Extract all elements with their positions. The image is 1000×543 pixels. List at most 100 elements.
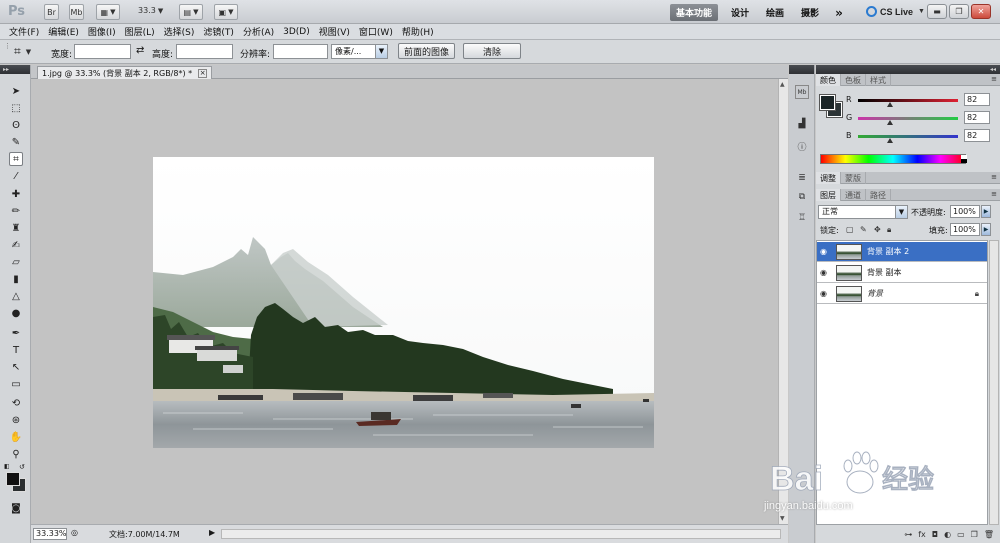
tab-channels[interactable]: 通道 xyxy=(841,189,866,201)
visibility-eye-icon[interactable]: ◉ xyxy=(820,247,832,256)
close-icon[interactable]: × xyxy=(198,68,208,78)
workspace-design[interactable]: 设计 xyxy=(728,4,752,21)
path-selection-tool-icon[interactable]: ↖ xyxy=(9,360,23,374)
menu-image[interactable]: 图像(I) xyxy=(88,25,116,38)
histogram-icon[interactable]: ▟ xyxy=(795,117,809,131)
new-group-icon[interactable]: ▭ xyxy=(957,530,965,539)
screen-mode-button[interactable]: ▣ ▼ xyxy=(214,4,238,20)
menu-edit[interactable]: 编辑(E) xyxy=(48,25,79,38)
eyedropper-tool-icon[interactable]: ⁄ xyxy=(9,169,23,183)
add-mask-icon[interactable]: ◘ xyxy=(932,530,938,539)
tab-masks[interactable]: 蒙版 xyxy=(841,172,866,184)
blur-tool-icon[interactable]: △ xyxy=(9,289,23,303)
opacity-slider-arrow-icon[interactable]: ▶ xyxy=(981,205,991,218)
layer-row[interactable]: ◉ 背景 副本 xyxy=(817,263,987,283)
clear-button[interactable]: 清除 xyxy=(463,43,521,59)
foreground-color-swatch[interactable] xyxy=(6,472,20,486)
layers-scrollbar[interactable] xyxy=(989,240,999,525)
shape-tool-icon[interactable]: ▭ xyxy=(9,377,23,391)
menu-layer[interactable]: 图层(L) xyxy=(125,25,155,38)
tab-swatches[interactable]: 色板 xyxy=(841,74,866,86)
swap-colors-icon[interactable]: ↺ xyxy=(19,463,25,471)
status-info-icon[interactable]: ◎ xyxy=(71,528,78,537)
blue-channel-thumb[interactable] xyxy=(887,138,893,143)
crop-tool-icon[interactable]: ⌗ xyxy=(9,152,23,166)
quick-selection-tool-icon[interactable]: ✎ xyxy=(9,135,23,149)
opacity-input[interactable]: 100% xyxy=(950,205,980,218)
dodge-tool-icon[interactable]: ● xyxy=(9,306,23,320)
blue-channel-value[interactable]: 82 xyxy=(964,129,990,142)
panel-menu-icon[interactable]: ≡ xyxy=(991,190,997,198)
arrange-documents-button[interactable]: ▤ ▼ xyxy=(179,4,203,20)
blend-mode-select[interactable]: 正常 ▼ xyxy=(818,205,908,219)
green-channel-value[interactable]: 82 xyxy=(964,111,990,124)
default-colors-icon[interactable]: ◧ xyxy=(4,463,10,470)
lock-transparent-pixels-icon[interactable]: ▢ xyxy=(846,225,854,234)
clone-stamp-tool-icon[interactable]: ♜ xyxy=(9,221,23,235)
menu-3d[interactable]: 3D(D) xyxy=(283,27,310,37)
red-channel-slider[interactable] xyxy=(858,99,958,102)
workspace-painting[interactable]: 绘画 xyxy=(763,4,787,21)
zoom-level-dropdown[interactable]: 33.3 ▼ xyxy=(138,6,163,15)
3d-orbit-tool-icon[interactable]: ⊛ xyxy=(9,413,23,427)
cs-live-button[interactable]: CS Live ▼ xyxy=(866,6,925,17)
menu-view[interactable]: 视图(V) xyxy=(319,25,350,38)
black-white-swatch[interactable] xyxy=(961,155,967,163)
lock-image-pixels-icon[interactable]: ✎ xyxy=(860,225,867,234)
launch-mini-bridge-button[interactable]: Mb xyxy=(69,4,84,20)
restore-button[interactable]: ❐ xyxy=(949,4,969,19)
panel-menu-icon[interactable]: ≡ xyxy=(991,173,997,181)
spot-healing-tool-icon[interactable]: ✚ xyxy=(9,187,23,201)
fill-input[interactable]: 100% xyxy=(950,223,980,236)
new-layer-icon[interactable]: ❐ xyxy=(971,530,978,539)
visibility-eye-icon[interactable]: ◉ xyxy=(820,289,832,298)
menu-help[interactable]: 帮助(H) xyxy=(402,25,434,38)
type-tool-icon[interactable]: T xyxy=(9,343,23,357)
close-window-button[interactable]: ✕ xyxy=(971,4,991,19)
resolution-input[interactable] xyxy=(273,44,328,59)
color-spectrum-ramp[interactable] xyxy=(820,154,967,164)
eraser-tool-icon[interactable]: ▱ xyxy=(9,255,23,269)
move-tool-icon[interactable]: ➤ xyxy=(9,84,23,98)
blue-channel-slider[interactable] xyxy=(858,135,958,138)
brush-tool-icon[interactable]: ✏ xyxy=(9,204,23,218)
mini-bridge-icon[interactable]: Mb xyxy=(795,85,809,99)
lock-all-icon[interactable]: 🔒︎ xyxy=(887,225,891,235)
menu-select[interactable]: 选择(S) xyxy=(164,25,195,38)
panel-menu-icon[interactable]: ≡ xyxy=(991,75,997,83)
link-layers-icon[interactable]: ⊶ xyxy=(904,530,912,539)
scroll-up-icon[interactable]: ▲ xyxy=(780,81,785,88)
color-panel-foreground-swatch[interactable] xyxy=(819,94,836,111)
panel-grip[interactable]: ▸▸ xyxy=(0,65,30,74)
panel-collapse-icon[interactable]: ◂◂ xyxy=(816,65,1000,74)
status-menu-arrow-icon[interactable]: ▶ xyxy=(209,528,215,537)
panel-grip[interactable] xyxy=(789,65,814,74)
green-channel-slider[interactable] xyxy=(858,117,958,120)
layer-style-icon[interactable]: fx xyxy=(918,530,926,539)
resolution-unit-select[interactable]: 像素/... ▼ xyxy=(331,44,388,59)
tab-layers[interactable]: 图层 xyxy=(816,189,841,201)
view-extras-button[interactable]: ▦ ▼ xyxy=(96,4,120,20)
adjustment-layer-icon[interactable]: ◐ xyxy=(944,530,951,539)
menu-analysis[interactable]: 分析(A) xyxy=(243,25,274,38)
fill-slider-arrow-icon[interactable]: ▶ xyxy=(981,223,991,236)
green-channel-thumb[interactable] xyxy=(887,120,893,125)
quick-mask-icon[interactable]: ◙ xyxy=(9,501,23,515)
red-channel-value[interactable]: 82 xyxy=(964,93,990,106)
workspace-essentials[interactable]: 基本功能 xyxy=(670,4,718,21)
launch-bridge-button[interactable]: Br xyxy=(44,4,59,20)
horizontal-scrollbar[interactable] xyxy=(221,529,781,539)
menu-file[interactable]: 文件(F) xyxy=(9,25,39,38)
swap-dimensions-icon[interactable]: ⇄ xyxy=(136,45,144,56)
height-input[interactable] xyxy=(176,44,233,59)
lock-position-icon[interactable]: ✥ xyxy=(874,225,881,234)
marquee-tool-icon[interactable]: ⬚ xyxy=(9,101,23,115)
minimize-button[interactable]: ▬ xyxy=(927,4,947,19)
brush-presets-icon[interactable]: ≣ xyxy=(795,171,809,185)
hand-tool-icon[interactable]: ✋ xyxy=(9,430,23,444)
tab-adjustments[interactable]: 调整 xyxy=(816,172,841,184)
pen-tool-icon[interactable]: ✒ xyxy=(9,326,23,340)
width-input[interactable] xyxy=(74,44,131,59)
tab-color[interactable]: 颜色 xyxy=(816,74,841,86)
document-tab[interactable]: 1.jpg @ 33.3% (背景 副本 2, RGB/8*) * × xyxy=(37,66,213,79)
